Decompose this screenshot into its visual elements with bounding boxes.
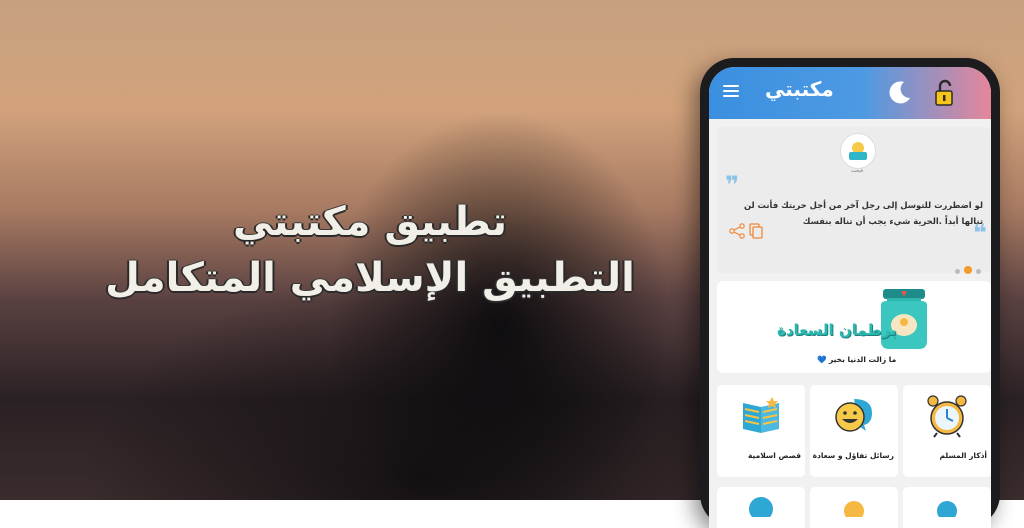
tile-label: رسائل تفاؤل و سعادة: [812, 451, 894, 460]
alarm-clock-icon: [927, 395, 967, 438]
quote-card[interactable]: فيجت ❞ لو اضطررت للتوسل إلى رجل آخر من أ…: [717, 127, 991, 274]
jar-icon: [881, 289, 927, 349]
carousel-dots[interactable]: [953, 259, 983, 278]
app-screen: مكتبتي فيجت ❞ لو اضطررت للتوسل إلى رجل آ…: [709, 67, 991, 528]
app-bar: مكتبتي: [709, 67, 991, 119]
tile-label: قصص اسلامية: [747, 451, 801, 460]
tile-optimism-messages[interactable]: رسائل تفاؤل و سعادة: [810, 385, 898, 477]
quote-open-icon: ❞: [725, 171, 740, 199]
smile-chat-icon: [835, 399, 872, 432]
app-title: مكتبتي: [765, 77, 834, 101]
phone-mockup: مكتبتي فيجت ❞ لو اضطررت للتوسل إلى رجل آ…: [700, 58, 1000, 528]
headline-line-2: التطبيق الإسلامي المتكامل: [105, 255, 635, 301]
tile-next-row[interactable]: [810, 487, 898, 528]
app-logo: [840, 133, 876, 169]
tile-islamic-stories[interactable]: قصص اسلامية: [717, 385, 805, 477]
promo-headline: تطبيق مكتبتي التطبيق الإسلامي المتكامل: [100, 196, 640, 308]
unlock-icon[interactable]: [933, 79, 957, 107]
happiness-jar-card[interactable]: برطمان السعادة ما زالت الدنيا بخير 💙: [717, 281, 991, 373]
quote-close-icon: ❝: [972, 219, 987, 247]
tile-label: أذكار المسلم: [939, 451, 987, 460]
quote-text: لو اضطررت للتوسل إلى رجل آخر من أجل حريت…: [743, 200, 983, 226]
logo-book-icon: [849, 142, 867, 160]
partial-icon: [844, 501, 864, 521]
jar-title: برطمان السعادة: [777, 321, 897, 339]
partial-icon: [937, 501, 957, 521]
partial-icon: [749, 497, 773, 521]
tile-muslim-adhkar[interactable]: أذكار المسلم: [903, 385, 991, 477]
copy-icon[interactable]: [749, 223, 763, 239]
tile-next-row[interactable]: [717, 487, 805, 528]
tile-next-row[interactable]: [903, 487, 991, 528]
book-icon: [743, 397, 779, 433]
share-icon[interactable]: [729, 223, 745, 239]
moon-icon[interactable]: [887, 79, 913, 105]
headline-line-1: تطبيق مكتبتي: [232, 199, 508, 245]
menu-icon[interactable]: [723, 85, 739, 97]
logo-caption: فيجت: [850, 168, 864, 174]
jar-subtitle: ما زالت الدنيا بخير 💙: [817, 355, 897, 364]
carousel-dot[interactable]: [976, 269, 981, 274]
carousel-dot-active[interactable]: [964, 265, 972, 274]
carousel-dot[interactable]: [955, 269, 960, 274]
